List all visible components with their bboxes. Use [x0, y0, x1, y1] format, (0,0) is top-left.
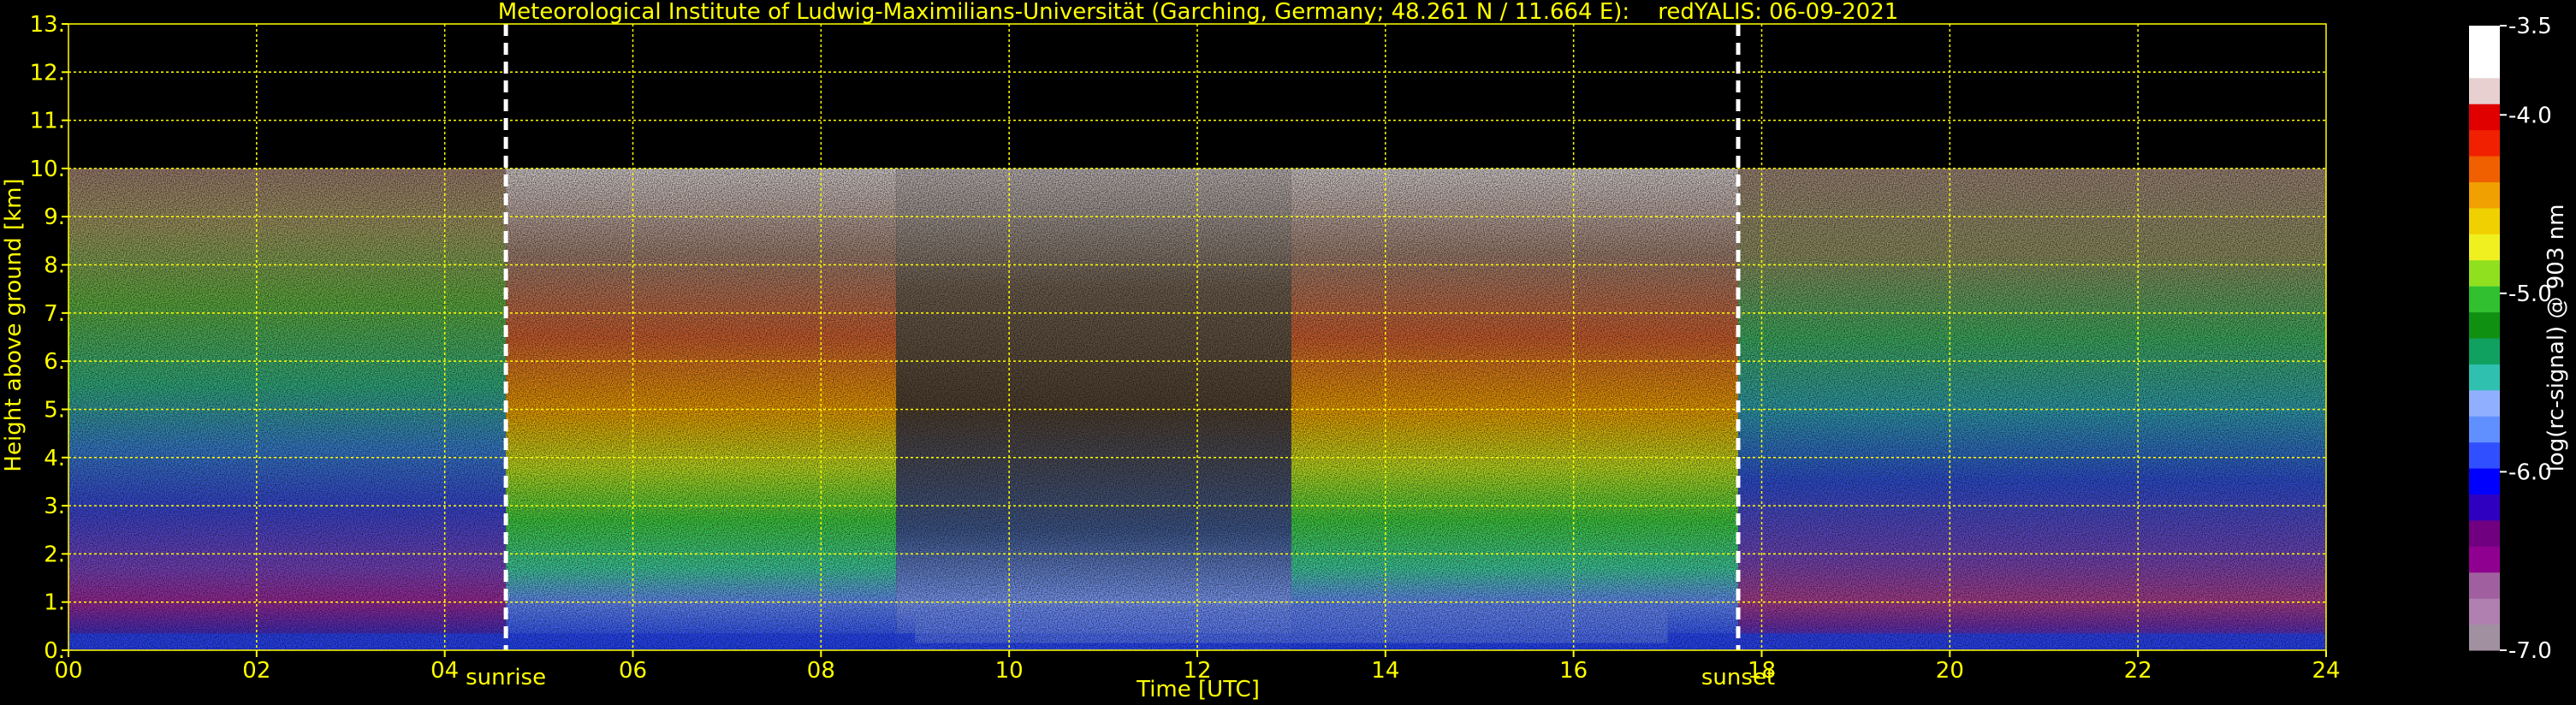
y-tick-label: 0. — [44, 638, 65, 664]
lidar-chart: sunrise sunset 00 02 04 06 08 10 12 14 16 18 20 22 24… — [1, 0, 2569, 702]
x-tick-label: 06 — [619, 658, 647, 684]
x-tick-label: 10 — [995, 658, 1024, 684]
colorbar-segment — [2469, 77, 2500, 104]
colorbar-segment — [2469, 624, 2500, 651]
colorbar-segment — [2469, 311, 2500, 339]
sunrise-label: sunrise — [466, 665, 546, 690]
colorbar-segment — [2469, 598, 2500, 625]
y-tick-label: 12. — [30, 60, 65, 86]
colorbar-segment — [2469, 519, 2500, 547]
y-tick-label: 11. — [30, 109, 65, 134]
x-tick-label: 16 — [1559, 658, 1588, 684]
y-tick-label: 13. — [30, 12, 65, 38]
colorbar-segment — [2469, 129, 2500, 157]
colorbar-segment — [2469, 286, 2500, 313]
colorbar-segment — [2469, 338, 2500, 364]
x-tick-label: 18 — [1748, 658, 1776, 684]
colorbar-segment — [2469, 572, 2500, 599]
y-tick-label: 4. — [44, 446, 65, 471]
x-tick-label: 04 — [430, 658, 459, 684]
x-tick-label: 08 — [807, 658, 835, 684]
colorbar: -3.5-4.0-5.0-6.0-7.0 — [2469, 14, 2552, 664]
colorbar-segment — [2469, 104, 2500, 131]
colorbar-segment — [2469, 234, 2500, 261]
colorbar-segment — [2469, 259, 2500, 287]
y-axis-label: Height above ground [km] — [1, 178, 27, 471]
colorbar-tick-label: -7.0 — [2508, 638, 2552, 664]
y-tick-label: 10. — [30, 157, 65, 182]
y-tick-label: 3. — [44, 494, 65, 519]
x-tick-label: 02 — [242, 658, 270, 684]
colorbar-segment — [2469, 181, 2500, 209]
colorbar-segment — [2469, 416, 2500, 443]
y-tick-label: 1. — [44, 590, 65, 616]
colorbar-segment — [2469, 441, 2500, 469]
x-axis-label: Time [UTC] — [1136, 677, 1260, 702]
x-tick-label: 14 — [1371, 658, 1399, 684]
x-tick-label: 24 — [2312, 658, 2340, 684]
y-tick-label: 5. — [44, 397, 65, 423]
colorbar-segment — [2469, 364, 2500, 391]
y-tick-label: 6. — [44, 349, 65, 375]
colorbar-tick-label: -4.0 — [2508, 103, 2552, 128]
colorbar-segment — [2469, 389, 2500, 417]
colorbar-segment — [2469, 468, 2500, 495]
colorbar-segment — [2469, 51, 2500, 79]
chart-title: Meteorological Institute of Ludwig-Maxim… — [498, 0, 1899, 25]
y-tick-label: 7. — [44, 301, 65, 327]
colorbar-tick-label: -3.5 — [2508, 14, 2552, 39]
colorbar-segment — [2469, 156, 2500, 182]
y-tick-label: 9. — [44, 204, 65, 230]
x-tick-label: 22 — [2124, 658, 2152, 684]
colorbar-segment — [2469, 494, 2500, 521]
x-tick-label: 20 — [1936, 658, 1964, 684]
colorbar-label: log(rc-signal) @ 903 nm — [2543, 204, 2569, 472]
colorbar-segment — [2469, 546, 2500, 573]
colorbar-segment — [2469, 26, 2500, 52]
y-tick-label: 2. — [44, 542, 65, 567]
y-tick-label: 8. — [44, 253, 65, 279]
colorbar-segment — [2469, 207, 2500, 234]
